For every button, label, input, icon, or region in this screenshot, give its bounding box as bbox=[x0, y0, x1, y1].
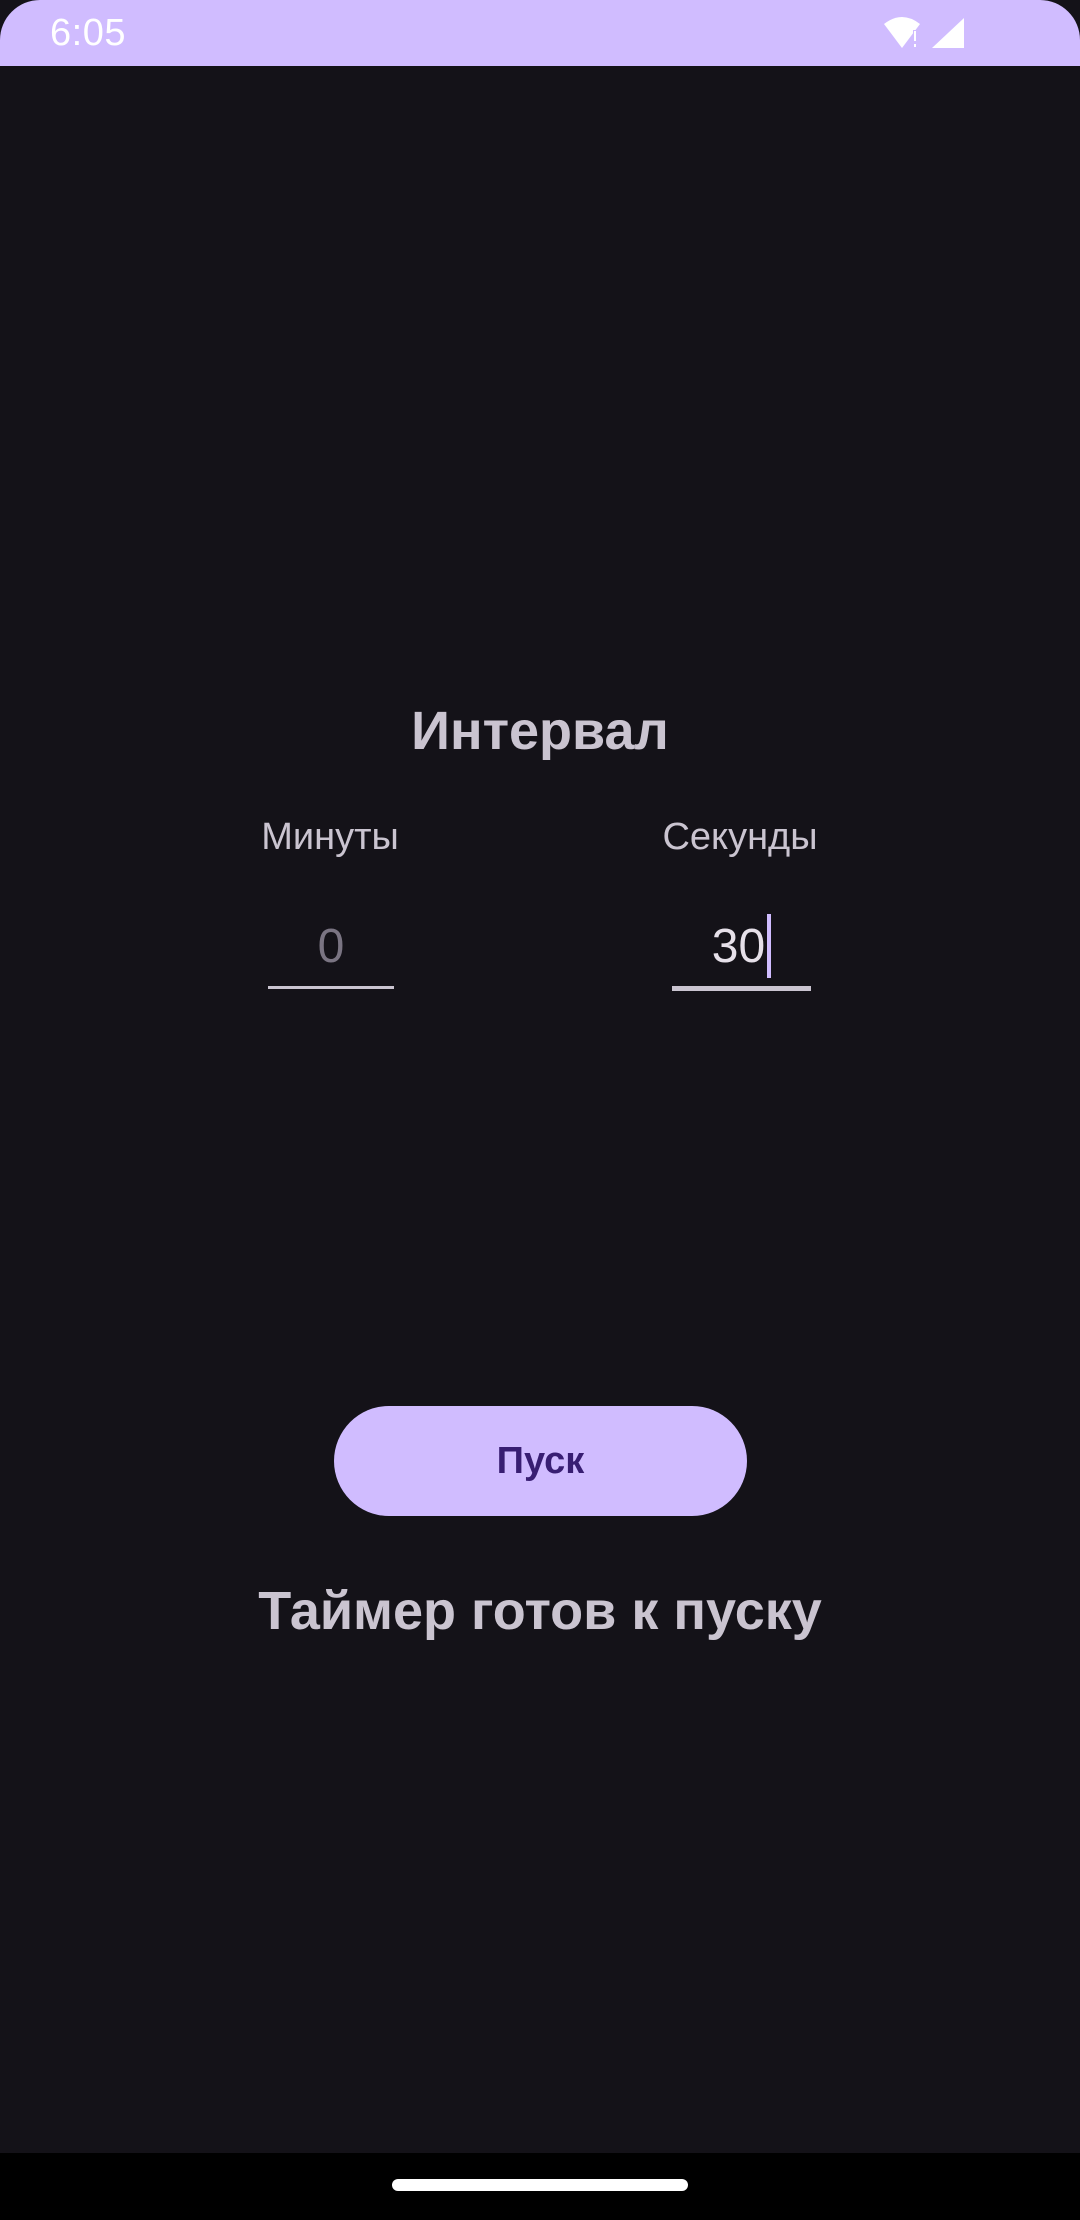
seconds-input[interactable]: 30 bbox=[672, 914, 811, 991]
seconds-label: Секунды bbox=[662, 816, 818, 858]
minutes-placeholder: 0 bbox=[317, 920, 345, 973]
status-icons bbox=[882, 16, 964, 50]
app-screen: 6:05 Интервал Минуты Секунды 0 30 Пуск Т… bbox=[0, 0, 1080, 2220]
interval-title: Интервал bbox=[411, 701, 669, 761]
status-time: 6:05 bbox=[50, 12, 126, 54]
text-cursor bbox=[767, 914, 772, 978]
seconds-value: 30 bbox=[711, 920, 766, 973]
home-handle[interactable] bbox=[392, 2179, 688, 2191]
signal-icon bbox=[930, 16, 964, 50]
wifi-alert-icon bbox=[882, 16, 922, 50]
minutes-label: Минуты bbox=[261, 816, 399, 858]
status-bar: 6:05 bbox=[0, 0, 1080, 66]
minutes-input[interactable]: 0 bbox=[268, 916, 394, 989]
timer-status-message: Таймер готов к пуску bbox=[258, 1581, 822, 1641]
start-button[interactable]: Пуск bbox=[334, 1406, 747, 1516]
